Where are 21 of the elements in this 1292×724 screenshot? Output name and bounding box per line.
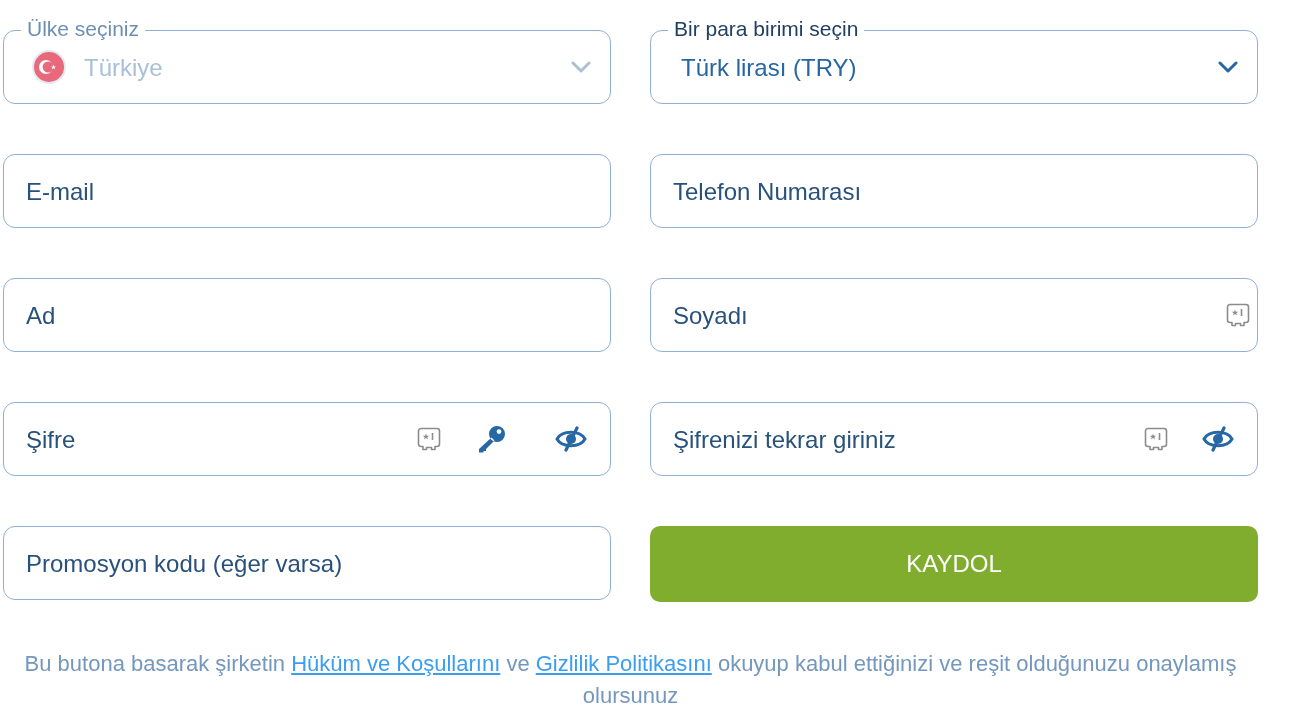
key-icon[interactable] [478,425,506,453]
input-field[interactable]: Telefon Numarası [650,154,1258,228]
input-field[interactable]: E-mail [3,154,611,228]
chevron-down-icon [1218,61,1238,73]
input-field[interactable]: Şifre [3,402,611,476]
autofill-icon[interactable] [1144,427,1168,451]
eye-slash-icon[interactable] [1202,426,1234,452]
autofill-icon[interactable] [417,427,441,451]
input-field[interactable]: Promosyon kodu (eğer varsa) [3,526,611,600]
text-link[interactable]: Hüküm ve Koşullarını [291,651,501,676]
eye-slash-icon[interactable] [555,426,587,452]
register-button[interactable]: KAYDOL [650,526,1258,602]
text-link[interactable]: Gizlilik Politikasını [535,651,712,676]
input-field[interactable]: Şifrenizi tekrar giriniz [650,402,1258,476]
autofill-icon[interactable] [1226,303,1250,327]
chevron-down-icon [571,61,591,73]
field-label: Ülke seçiniz [21,17,146,41]
flag-icon [32,50,66,84]
input-field[interactable]: Soyadı [650,278,1258,352]
input-field[interactable]: Ad [3,278,611,352]
consent-text: Bu butona basarak şirketin Hüküm ve Koşullarını ve Gizlilik Politikasını okuyup kabul ettiğinizi ve reşit olduğunuzu onaylamış olursunuz [23,650,1238,710]
